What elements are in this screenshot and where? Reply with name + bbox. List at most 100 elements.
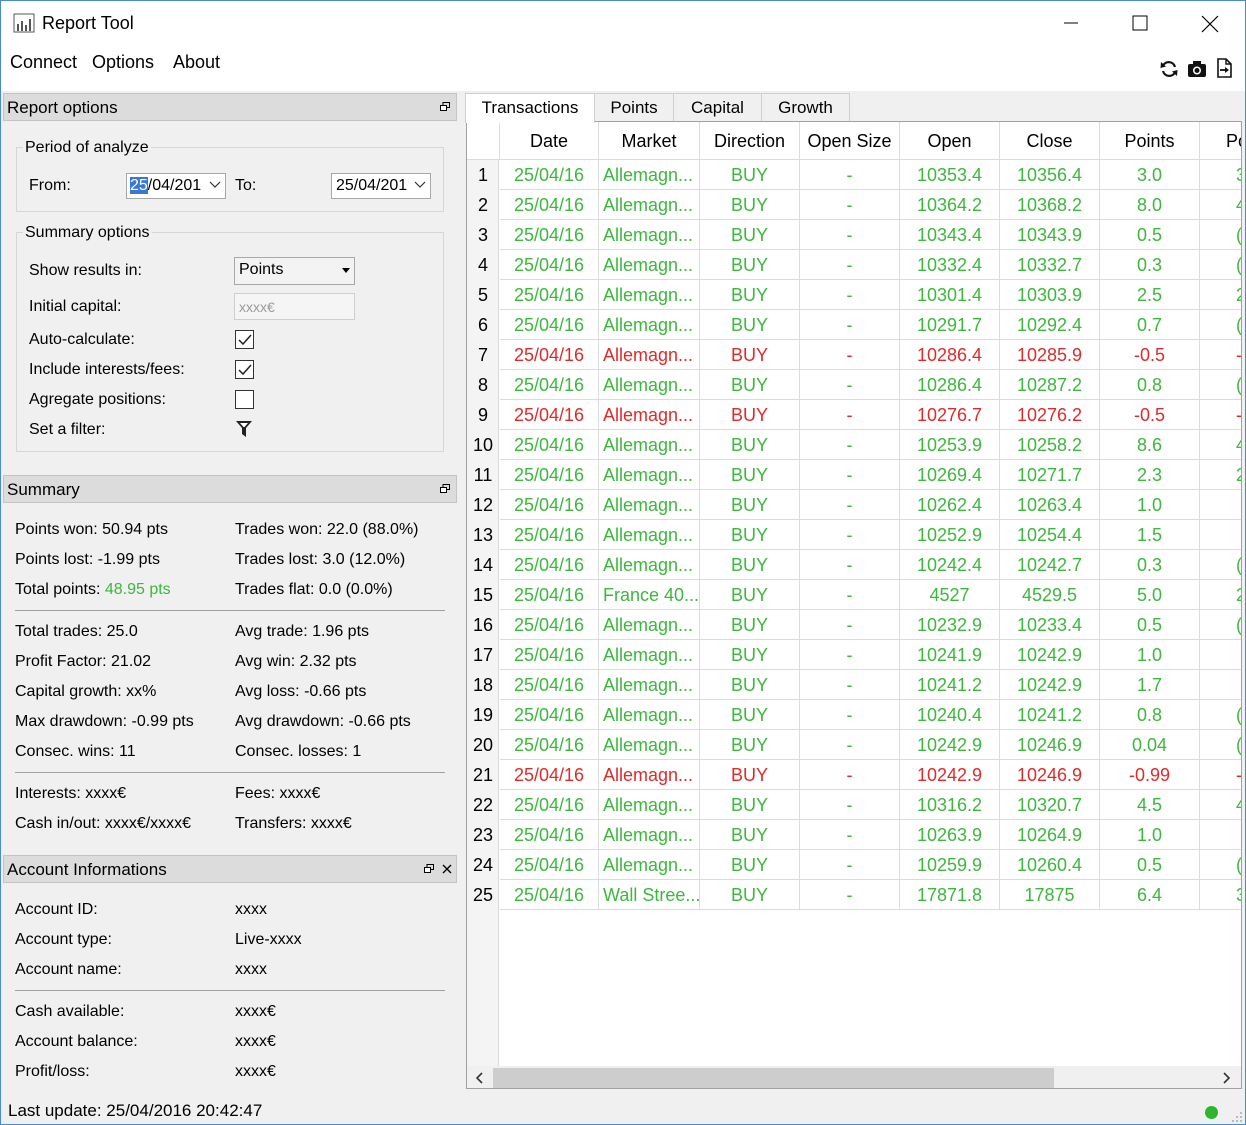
cell-date[interactable]: 25/04/16 xyxy=(500,610,599,640)
cell-open[interactable]: 10316.2 xyxy=(900,790,1000,820)
cell-market[interactable]: Allemagn... xyxy=(599,340,700,370)
cell-points[interactable]: 1.7 xyxy=(1100,670,1200,700)
cell-date[interactable]: 25/04/16 xyxy=(500,640,599,670)
row-number[interactable]: 5 xyxy=(467,280,499,310)
to-date-picker[interactable]: 25/04/201 xyxy=(331,173,431,199)
cell-open[interactable]: 10286.4 xyxy=(900,370,1000,400)
cell-points-extra[interactable]: 4 xyxy=(1200,790,1241,820)
cell-open-size[interactable]: - xyxy=(800,730,900,760)
cell-open[interactable]: 10286.4 xyxy=(900,340,1000,370)
column-header-points-extra[interactable]: Poi xyxy=(1200,122,1241,160)
chevron-left-icon[interactable] xyxy=(475,1072,483,1084)
cell-date[interactable]: 25/04/16 xyxy=(500,280,599,310)
cell-market[interactable]: Allemagn... xyxy=(599,640,700,670)
tab-capital[interactable]: Capital xyxy=(673,93,762,122)
cell-open-size[interactable]: - xyxy=(800,850,900,880)
cell-date[interactable]: 25/04/16 xyxy=(500,760,599,790)
row-number[interactable]: 22 xyxy=(467,790,499,820)
cell-date[interactable]: 25/04/16 xyxy=(500,700,599,730)
cell-open[interactable]: 10242.9 xyxy=(900,730,1000,760)
cell-open[interactable]: 10262.4 xyxy=(900,490,1000,520)
cell-direction[interactable]: BUY xyxy=(700,190,800,220)
cell-date[interactable]: 25/04/16 xyxy=(500,250,599,280)
cell-open[interactable]: 10332.4 xyxy=(900,250,1000,280)
cell-close[interactable]: 10368.2 xyxy=(1000,190,1100,220)
cell-close[interactable]: 10271.7 xyxy=(1000,460,1100,490)
cell-points[interactable]: 1.0 xyxy=(1100,490,1200,520)
cell-open-size[interactable]: - xyxy=(800,610,900,640)
cell-market[interactable]: Allemagn... xyxy=(599,400,700,430)
tab-growth[interactable]: Growth xyxy=(761,93,850,122)
cell-points[interactable]: -0.99 xyxy=(1100,760,1200,790)
cell-date[interactable]: 25/04/16 xyxy=(500,520,599,550)
cell-open[interactable]: 10364.2 xyxy=(900,190,1000,220)
refresh-icon[interactable] xyxy=(1159,59,1179,79)
initial-capital-input[interactable]: xxxx€ xyxy=(234,293,355,320)
cell-direction[interactable]: BUY xyxy=(700,700,800,730)
column-header-open[interactable]: Open xyxy=(900,122,1000,160)
cell-date[interactable]: 25/04/16 xyxy=(500,460,599,490)
cell-close[interactable]: 10276.2 xyxy=(1000,400,1100,430)
cell-market[interactable]: Allemagn... xyxy=(599,760,700,790)
cell-close[interactable]: 4529.5 xyxy=(1000,580,1100,610)
cell-points[interactable]: 0.7 xyxy=(1100,310,1200,340)
cell-points-extra[interactable]: ( xyxy=(1200,370,1241,400)
cell-market[interactable]: Allemagn... xyxy=(599,670,700,700)
cell-close[interactable]: 17875 xyxy=(1000,880,1100,910)
cell-points[interactable]: 0.3 xyxy=(1100,250,1200,280)
cell-market[interactable]: Allemagn... xyxy=(599,280,700,310)
cell-open-size[interactable]: - xyxy=(800,340,900,370)
cell-market[interactable]: Allemagn... xyxy=(599,220,700,250)
cell-points[interactable]: 8.0 xyxy=(1100,190,1200,220)
cell-open-size[interactable]: - xyxy=(800,790,900,820)
cell-open[interactable]: 10276.7 xyxy=(900,400,1000,430)
cell-points[interactable]: 0.5 xyxy=(1100,850,1200,880)
row-number[interactable]: 18 xyxy=(467,670,499,700)
cell-date[interactable]: 25/04/16 xyxy=(500,670,599,700)
cell-date[interactable]: 25/04/16 xyxy=(500,340,599,370)
cell-open[interactable]: 4527 xyxy=(900,580,1000,610)
cell-close[interactable]: 10356.4 xyxy=(1000,160,1100,190)
cell-direction[interactable]: BUY xyxy=(700,400,800,430)
cell-close[interactable]: 10343.9 xyxy=(1000,220,1100,250)
cell-direction[interactable]: BUY xyxy=(700,820,800,850)
cell-close[interactable]: 10320.7 xyxy=(1000,790,1100,820)
cell-points[interactable]: 8.6 xyxy=(1100,430,1200,460)
cell-date[interactable]: 25/04/16 xyxy=(500,850,599,880)
cell-close[interactable]: 10242.9 xyxy=(1000,640,1100,670)
cell-close[interactable]: 10260.4 xyxy=(1000,850,1100,880)
cell-open-size[interactable]: - xyxy=(800,880,900,910)
row-number[interactable]: 16 xyxy=(467,610,499,640)
cell-open-size[interactable]: - xyxy=(800,490,900,520)
row-number[interactable]: 24 xyxy=(467,850,499,880)
cell-direction[interactable]: BUY xyxy=(700,220,800,250)
cell-open-size[interactable]: - xyxy=(800,760,900,790)
chevron-right-icon[interactable] xyxy=(1223,1072,1231,1084)
tab-points[interactable]: Points xyxy=(594,93,674,122)
cell-open[interactable]: 10241.2 xyxy=(900,670,1000,700)
from-date-picker[interactable]: 25/04/201 xyxy=(126,173,226,199)
row-number[interactable]: 21 xyxy=(467,760,499,790)
filter-icon[interactable] xyxy=(236,420,252,438)
cell-direction[interactable]: BUY xyxy=(700,520,800,550)
cell-open-size[interactable]: - xyxy=(800,670,900,700)
cell-date[interactable]: 25/04/16 xyxy=(500,160,599,190)
cell-points-extra[interactable]: ( xyxy=(1200,310,1241,340)
cell-direction[interactable]: BUY xyxy=(700,340,800,370)
cell-market[interactable]: Allemagn... xyxy=(599,790,700,820)
cell-market[interactable]: Allemagn... xyxy=(599,160,700,190)
column-header-open-size[interactable]: Open Size xyxy=(800,122,900,160)
row-number[interactable]: 25 xyxy=(467,880,499,910)
cell-points-extra[interactable]: 4 xyxy=(1200,190,1241,220)
cell-points-extra[interactable] xyxy=(1200,640,1241,670)
cell-direction[interactable]: BUY xyxy=(700,250,800,280)
float-icon[interactable] xyxy=(424,864,434,873)
include-fees-checkbox[interactable] xyxy=(235,360,254,379)
cell-open[interactable]: 10242.4 xyxy=(900,550,1000,580)
cell-open-size[interactable]: - xyxy=(800,580,900,610)
cell-open-size[interactable]: - xyxy=(800,640,900,670)
cell-points[interactable]: -0.5 xyxy=(1100,400,1200,430)
aggregate-checkbox[interactable] xyxy=(235,390,254,409)
row-number[interactable]: 17 xyxy=(467,640,499,670)
cell-points[interactable]: 1.5 xyxy=(1100,520,1200,550)
